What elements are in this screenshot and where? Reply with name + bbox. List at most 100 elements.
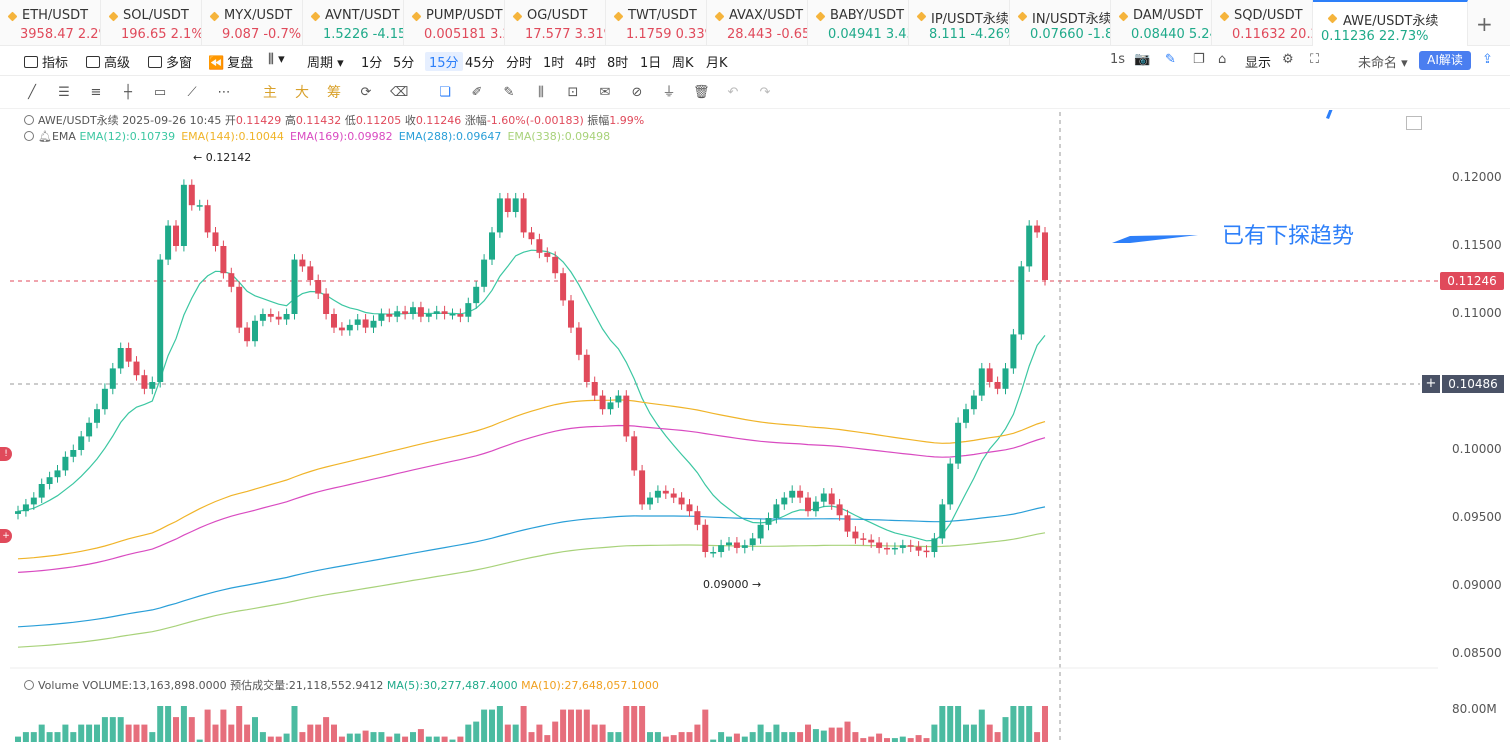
- add-tab-button[interactable]: +: [1476, 12, 1493, 36]
- interval-button[interactable]: 1分: [361, 52, 382, 71]
- candle-body: [370, 320, 377, 328]
- lock-icon[interactable]: ⌂: [1218, 52, 1226, 67]
- chart-type-button[interactable]: ⫼ ▾: [268, 52, 285, 67]
- ticker-tab[interactable]: TWT/USDT 1.1759 0.33%: [606, 0, 707, 46]
- interval-button[interactable]: 45分: [465, 52, 495, 71]
- lock-drawing-icon[interactable]: ⊡: [565, 85, 581, 101]
- filter-icon[interactable]: ⏚: [661, 85, 677, 101]
- ticker-symbol: TWT/USDT: [628, 8, 697, 23]
- volume-bar: [30, 732, 37, 742]
- volume-bar: [275, 736, 282, 742]
- interval-button[interactable]: 1时: [543, 52, 564, 71]
- collapse-icon[interactable]: [24, 680, 34, 690]
- ticker-change: 0.33%: [675, 27, 706, 42]
- draw-edit-icon[interactable]: ✎: [1165, 52, 1176, 67]
- period-dropdown[interactable]: 周期 ▾: [307, 52, 344, 71]
- ticker-symbol: DAM/USDT: [1133, 8, 1203, 23]
- display-button[interactable]: 显示: [1245, 52, 1271, 71]
- interval-button[interactable]: 分时: [506, 52, 532, 71]
- trend-line-icon[interactable]: ╱: [24, 85, 40, 101]
- ticker-tab[interactable]: OG/USDT 17.577 3.31%: [505, 0, 606, 46]
- redo-icon[interactable]: ↷: [757, 85, 773, 101]
- share-icon[interactable]: ⇪: [1482, 52, 1493, 67]
- coin-icon: [1118, 11, 1129, 22]
- interval-button[interactable]: 15分: [425, 52, 463, 71]
- fullscreen-icon[interactable]: ⛶: [1310, 52, 1319, 67]
- interval-button[interactable]: 8时: [607, 52, 628, 71]
- note-icon[interactable]: ✉: [597, 85, 613, 101]
- ema-label: EMA(12):0.10739: [79, 130, 176, 143]
- volume-bar: [291, 706, 298, 742]
- add-alert-button[interactable]: +: [1422, 375, 1440, 393]
- legend-symbol: AWE/USDT永续: [38, 114, 119, 127]
- delete-icon[interactable]: 🗑: [693, 85, 710, 101]
- copy-icon[interactable]: ❏: [437, 85, 453, 101]
- candle-body: [970, 395, 977, 410]
- brush-icon[interactable]: ✎: [501, 85, 517, 101]
- advanced-button[interactable]: 高级: [86, 52, 130, 71]
- ticker-tab-active[interactable]: AWE/USDT永续 0.11236 22.73%: [1313, 0, 1468, 46]
- period-label: 周期: [307, 56, 334, 71]
- parallel-lines-icon[interactable]: ☰: [56, 85, 72, 101]
- ticker-tab[interactable]: BABY/USDT 0.04941 3.43: [808, 0, 909, 46]
- replay-label: 复盘: [227, 56, 254, 71]
- bell-icon[interactable]: 🔔︎: [38, 130, 52, 143]
- sync-icon[interactable]: ⟳: [358, 85, 374, 101]
- volume-bar: [781, 732, 788, 742]
- candle-body: [465, 303, 472, 317]
- volume-bar: [212, 724, 219, 742]
- settings-icon[interactable]: ⚙: [1282, 52, 1294, 67]
- ticker-tab[interactable]: AVNT/USDT 1.5226 -4.15: [303, 0, 404, 46]
- volume-bar: [165, 706, 172, 742]
- ticker-tab[interactable]: PUMP/USDT 0.005181 3.2: [404, 0, 505, 46]
- indicators-label: 指标: [42, 56, 69, 71]
- candle-body: [173, 225, 179, 246]
- rectangle-icon[interactable]: ▭: [152, 85, 168, 101]
- horizontal-line-icon[interactable]: ┼: [120, 85, 136, 101]
- seconds-button[interactable]: 1s: [1110, 52, 1125, 67]
- ticker-tab[interactable]: IN/USDT永续 0.07660 -1.8: [1010, 0, 1111, 46]
- link-icon[interactable]: ⊘: [629, 85, 645, 101]
- interval-button[interactable]: 月K: [706, 52, 728, 71]
- undo-icon[interactable]: ↶: [725, 85, 741, 101]
- channel-icon[interactable]: ≡: [88, 85, 104, 101]
- ticker-tab[interactable]: SOL/USDT 196.65 2.1%: [101, 0, 202, 46]
- interval-button[interactable]: 5分: [393, 52, 414, 71]
- eraser-icon[interactable]: ⌫: [390, 85, 408, 101]
- ticker-tab[interactable]: DAM/USDT 0.08440 5.24: [1111, 0, 1212, 46]
- ai-interpret-button[interactable]: AI解读: [1419, 51, 1471, 70]
- candle-body: [702, 524, 709, 552]
- ticker-tab[interactable]: SQD/USDT 0.11632 20.2: [1212, 0, 1313, 46]
- ticker-tab[interactable]: MYX/USDT 9.087 -0.7%: [202, 0, 303, 46]
- multi-window-button[interactable]: 多窗: [148, 52, 192, 71]
- candle-body: [441, 311, 448, 314]
- bars-icon[interactable]: ⫼: [533, 85, 549, 101]
- candlestick-chart[interactable]: [0, 110, 1510, 742]
- window-icon[interactable]: ❐: [1193, 52, 1205, 67]
- main-force-button[interactable]: 主: [262, 85, 278, 101]
- candle-body: [22, 504, 29, 512]
- ticker-tab[interactable]: IP/USDT永续8.111 -4.26%: [909, 0, 1010, 46]
- candle-body: [228, 273, 235, 287]
- interval-button[interactable]: 4时: [575, 52, 596, 71]
- more-tools-icon[interactable]: ⋯: [216, 85, 232, 101]
- ticker-price-value: 0.08440: [1131, 27, 1185, 42]
- indicators-button[interactable]: 指标: [24, 52, 68, 71]
- collapse-icon[interactable]: [24, 115, 34, 125]
- collapse-icon[interactable]: [24, 131, 34, 141]
- ticker-tab[interactable]: AVAX/USDT 28.443 -0.65: [707, 0, 808, 46]
- expand-icon[interactable]: [1406, 116, 1422, 130]
- interval-button[interactable]: 周K: [672, 52, 694, 71]
- volume-bar: [694, 724, 701, 742]
- camera-icon[interactable]: 📷: [1134, 52, 1150, 67]
- layout-name-dropdown[interactable]: 未命名 ▾: [1358, 52, 1408, 71]
- chips-button[interactable]: 筹: [326, 85, 342, 101]
- volume-bar: [789, 732, 796, 742]
- interval-button[interactable]: 1日: [640, 52, 661, 71]
- ruler-icon[interactable]: ✐: [469, 85, 485, 101]
- ticker-tab[interactable]: ETH/USDT 3958.47 2.2%: [0, 0, 101, 46]
- volume-bar: [315, 724, 322, 742]
- big-order-button[interactable]: 大: [294, 85, 310, 101]
- measure-icon[interactable]: ⟋: [184, 85, 200, 101]
- replay-button[interactable]: ⏪ 复盘: [208, 52, 253, 71]
